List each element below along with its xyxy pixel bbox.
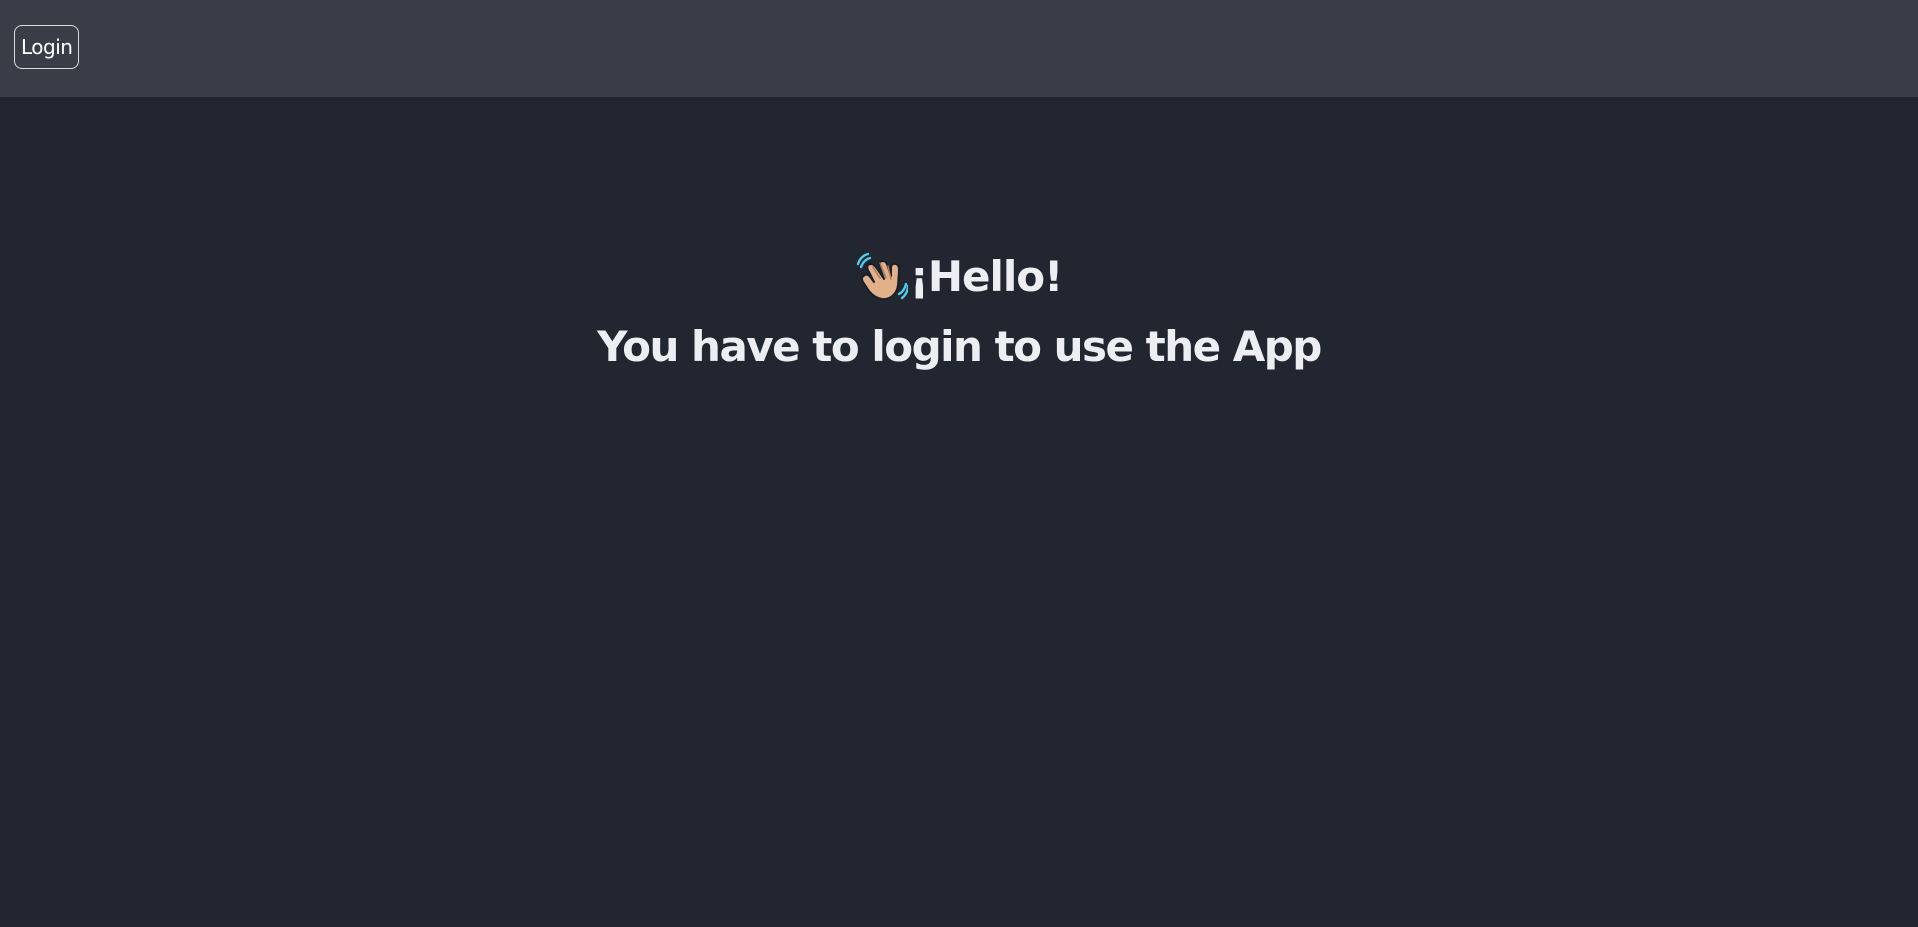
- login-required-message: You have to login to use the App: [597, 322, 1322, 371]
- login-button[interactable]: Login: [14, 25, 80, 69]
- main-content: ¡Hello! You have to login to use the App: [0, 97, 1918, 927]
- waving-hand-icon: [856, 252, 908, 301]
- top-navigation-bar: Login: [0, 0, 1918, 97]
- greeting-row: ¡Hello!: [0, 247, 1918, 307]
- greeting-text: ¡Hello!: [909, 252, 1064, 301]
